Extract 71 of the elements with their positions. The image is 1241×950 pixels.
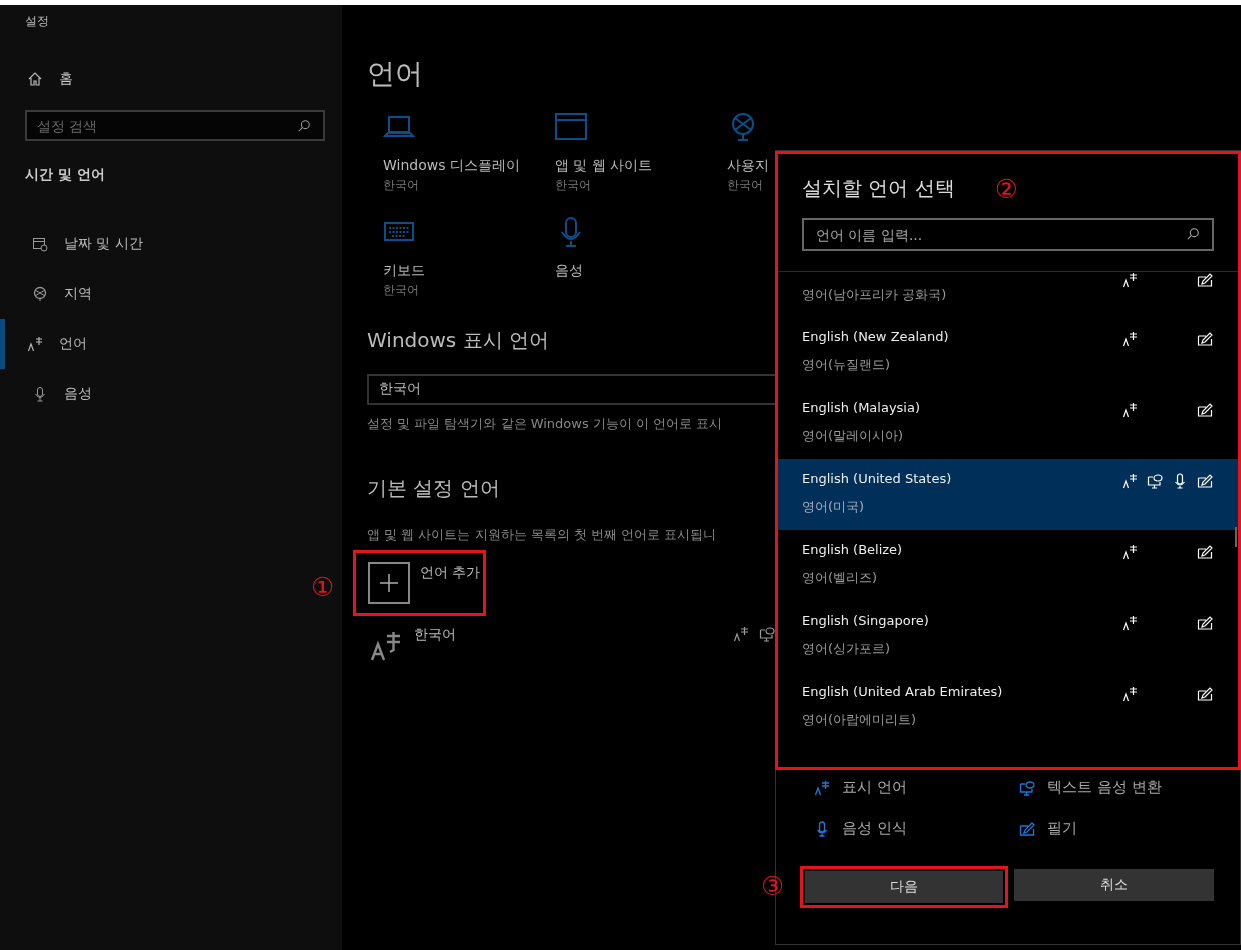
dialog-title: 설치할 언어 선택 bbox=[802, 175, 955, 202]
speech-icon bbox=[1019, 779, 1035, 796]
tile-value: 한국어 bbox=[383, 282, 419, 299]
next-button[interactable]: 다음 bbox=[805, 871, 1003, 903]
calendar-clock-icon bbox=[32, 236, 48, 252]
language-native-name: 영어(벨리즈) bbox=[802, 569, 879, 587]
language-icon bbox=[370, 630, 402, 662]
tile-label: 키보드 bbox=[383, 262, 425, 280]
language-name: English (United States) bbox=[802, 471, 952, 486]
home-link[interactable]: 홈 bbox=[27, 70, 73, 88]
language-native-name: 영어(싱가포르) bbox=[802, 640, 892, 658]
microphone-icon bbox=[32, 386, 48, 402]
nav-item[interactable]: 언어 bbox=[0, 319, 342, 369]
annotation-number: ② bbox=[994, 175, 1019, 202]
home-icon bbox=[27, 71, 43, 87]
legend-label: 필기 bbox=[1047, 819, 1077, 838]
language-option[interactable]: English (United States) 영어(미국) bbox=[776, 459, 1240, 530]
search-icon bbox=[297, 119, 311, 133]
section-heading: 시간 및 언어 bbox=[25, 166, 105, 184]
add-language-button[interactable]: 언어 추가 bbox=[368, 562, 483, 604]
tile-label: 앱 및 웹 사이트 bbox=[555, 157, 653, 175]
language-option[interactable]: English (Singapore) 영어(싱가포르) bbox=[776, 601, 1240, 672]
tile-label: 사용지 bbox=[727, 157, 769, 175]
annotation-number: ① bbox=[311, 574, 335, 600]
language-name: English (United Arab Emirates) bbox=[802, 684, 1003, 699]
description-text: 설정 및 파일 탐색기와 같은 Windows 기능이 이 언어로 표시 bbox=[367, 415, 723, 433]
language-icon bbox=[27, 336, 43, 352]
settings-tile[interactable]: Windows 디스플레이 한국어 bbox=[383, 111, 555, 194]
microphone-icon bbox=[814, 820, 830, 837]
tile-value: 한국어 bbox=[383, 177, 419, 194]
tile-label: 음성 bbox=[555, 262, 583, 280]
language-native-name: 영어(미국) bbox=[802, 498, 866, 516]
settings-tile[interactable]: 음성 bbox=[555, 216, 727, 299]
nav-item[interactable]: 지역 bbox=[0, 269, 342, 319]
tile-value: 한국어 bbox=[555, 177, 591, 194]
language-name: English (New Zealand) bbox=[802, 329, 949, 344]
tile-label: Windows 디스플레이 bbox=[383, 157, 520, 175]
app-title: 설정 bbox=[25, 13, 49, 30]
plus-icon bbox=[368, 562, 410, 604]
search-field[interactable]: 언어 이름 입력... bbox=[802, 218, 1214, 251]
language-item[interactable]: 한국어 bbox=[367, 626, 775, 662]
display-language-icon bbox=[814, 779, 830, 796]
section-heading: 기본 설정 언어 bbox=[367, 475, 500, 502]
annotation-number: ③ bbox=[761, 873, 785, 899]
language-native-name: 영어(뉴질랜드) bbox=[802, 356, 892, 374]
search-icon bbox=[1186, 227, 1200, 241]
language-option[interactable]: 영어(남아프리카 공화국) bbox=[776, 272, 1240, 317]
language-name: English (Belize) bbox=[802, 542, 903, 557]
page-title: 언어 bbox=[367, 56, 423, 92]
cancel-button[interactable]: 취소 bbox=[1014, 869, 1214, 901]
language-name: English (Singapore) bbox=[802, 613, 929, 628]
handwriting-icon bbox=[1019, 820, 1035, 837]
section-heading: Windows 표시 언어 bbox=[367, 327, 549, 354]
language-name: English (Malaysia) bbox=[802, 400, 921, 415]
globe-icon bbox=[32, 286, 48, 302]
nav-item[interactable]: 날짜 및 시간 bbox=[0, 219, 342, 269]
language-option[interactable]: English (United Arab Emirates) 영어(아랍에미리트) bbox=[776, 672, 1240, 743]
language-native-name: 영어(아랍에미리트) bbox=[802, 711, 918, 729]
language-native-name: 영어(말레이시아) bbox=[802, 427, 905, 445]
language-option[interactable]: English (Belize) 영어(벨리즈) bbox=[776, 530, 1240, 601]
settings-tile[interactable]: 앱 및 웹 사이트 한국어 bbox=[555, 111, 727, 194]
search-field[interactable]: 설정 검색 bbox=[25, 110, 325, 141]
description-text: 앱 및 웹 사이트는 지원하는 목록의 첫 번째 언어로 표시됩니 bbox=[367, 526, 717, 544]
language-native-name: 영어(남아프리카 공화국) bbox=[802, 286, 947, 304]
window-icon bbox=[555, 111, 587, 143]
legend-label: 텍스트 음성 변환 bbox=[1047, 778, 1162, 797]
legend-label: 음성 인식 bbox=[842, 819, 907, 838]
legend-label: 표시 언어 bbox=[842, 778, 907, 797]
tile-value: 한국어 bbox=[727, 177, 763, 194]
settings-tile[interactable]: 키보드 한국어 bbox=[383, 216, 555, 299]
nav-item[interactable]: 음성 bbox=[0, 369, 342, 419]
